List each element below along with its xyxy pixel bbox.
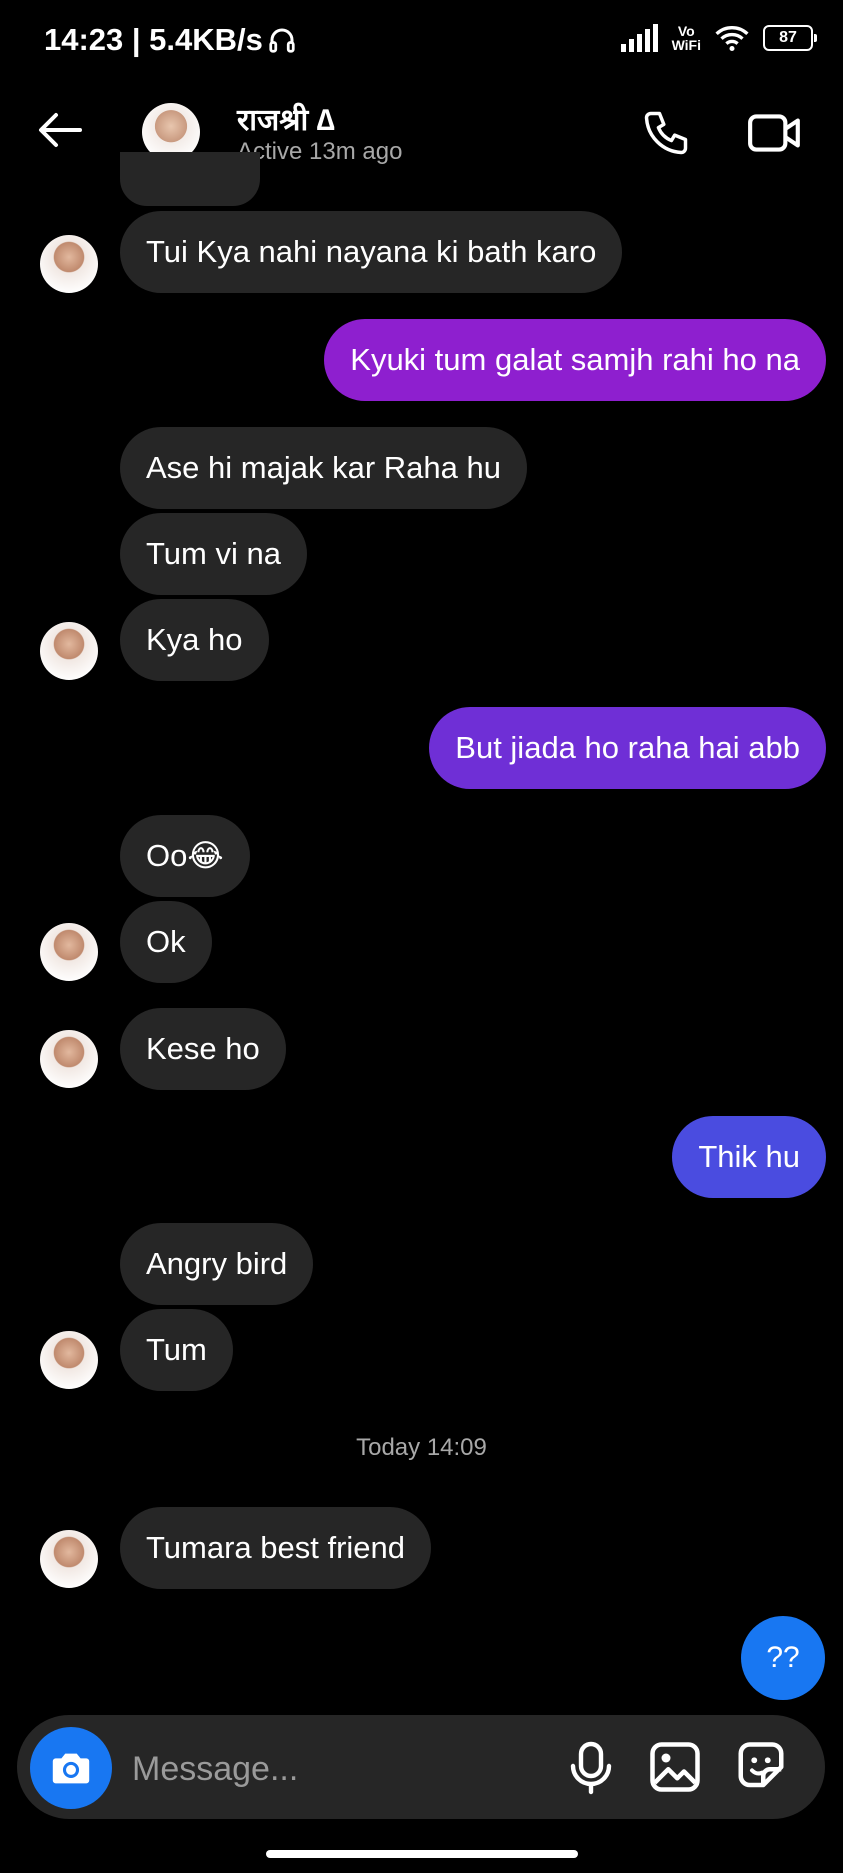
message-input[interactable] bbox=[130, 1740, 534, 1798]
home-indicator[interactable] bbox=[266, 1850, 578, 1858]
sticker-icon[interactable] bbox=[734, 1740, 788, 1794]
status-left: 14:23 | 5.4KB/s bbox=[44, 22, 297, 58]
active-status: Active 13m ago bbox=[237, 138, 403, 165]
headphones-icon bbox=[269, 28, 295, 53]
microphone-icon[interactable] bbox=[566, 1740, 616, 1796]
message-bubble-incoming[interactable]: Ase hi majak kar Raha hu bbox=[120, 427, 527, 509]
phone-icon[interactable] bbox=[640, 107, 692, 159]
status-bar: 14:23 | 5.4KB/s Vo WiFi 87 bbox=[0, 0, 843, 90]
message-bubble-incoming[interactable]: Tum vi na bbox=[120, 513, 307, 595]
wifi-icon bbox=[715, 26, 749, 52]
camera-icon bbox=[52, 1753, 90, 1784]
message-bubble-incoming[interactable]: Tumara best friend bbox=[120, 1507, 432, 1589]
message-bubble-incoming[interactable]: Oo😂 bbox=[120, 815, 250, 897]
message-bubble-incoming[interactable]: Angry bird bbox=[120, 1223, 314, 1305]
battery-icon: 87 bbox=[763, 25, 817, 51]
sender-avatar[interactable] bbox=[40, 235, 98, 293]
video-camera-icon[interactable] bbox=[746, 107, 804, 159]
message-bubble-partial bbox=[120, 152, 260, 206]
message-bubble-outgoing[interactable]: But jiada ho raha hai abb bbox=[429, 707, 826, 789]
sender-avatar[interactable] bbox=[40, 1030, 98, 1088]
vowifi-indicator: Vo WiFi bbox=[671, 23, 701, 53]
sender-avatar[interactable] bbox=[40, 1331, 98, 1389]
message-bubble-incoming[interactable]: Tum bbox=[120, 1309, 233, 1391]
quick-reply-button[interactable]: ?? bbox=[741, 1616, 825, 1700]
gallery-icon[interactable] bbox=[648, 1740, 702, 1794]
status-right: Vo WiFi 87 bbox=[620, 23, 817, 53]
message-bubble-incoming[interactable]: Kya ho bbox=[120, 599, 269, 681]
sender-avatar[interactable] bbox=[40, 1530, 98, 1588]
back-arrow-icon[interactable] bbox=[30, 100, 90, 160]
message-bubble-incoming[interactable]: Tui Kya nahi nayana ki bath karo bbox=[120, 211, 623, 293]
contact-name[interactable]: राजश्री ∆ bbox=[237, 98, 335, 139]
message-bubble-outgoing[interactable]: Thik hu bbox=[672, 1116, 826, 1198]
message-bubble-incoming[interactable]: Kese ho bbox=[120, 1008, 286, 1090]
message-bubble-outgoing[interactable]: Kyuki tum galat samjh rahi ho na bbox=[324, 319, 826, 401]
chat-timestamp: Today 14:09 bbox=[356, 1434, 487, 1461]
sender-avatar[interactable] bbox=[40, 622, 98, 680]
sender-avatar[interactable] bbox=[40, 923, 98, 981]
status-time-speed: 14:23 | 5.4KB/s bbox=[44, 22, 263, 57]
camera-button[interactable] bbox=[30, 1727, 112, 1809]
signal-icon bbox=[620, 24, 658, 52]
message-bubble-incoming[interactable]: Ok bbox=[120, 901, 212, 983]
